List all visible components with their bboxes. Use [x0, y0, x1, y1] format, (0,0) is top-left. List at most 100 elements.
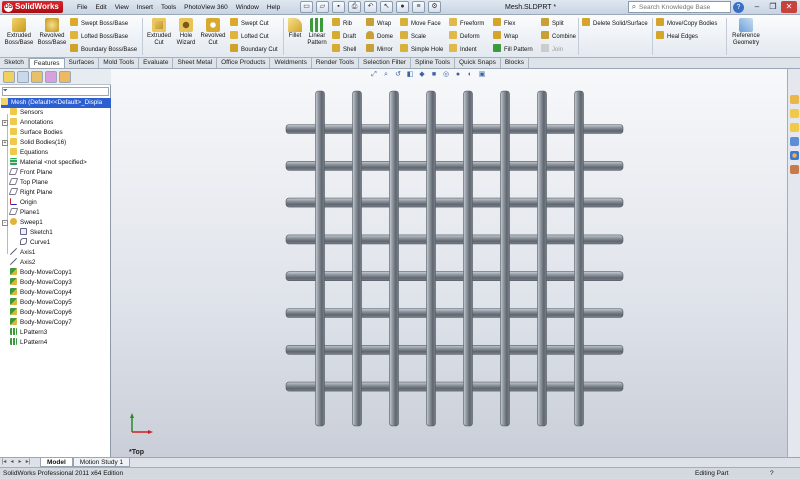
tree-item-sweep1[interactable]: − Sweep1	[2, 218, 43, 228]
tree-item-solid-bodies[interactable]: + Solid Bodies(16)	[2, 138, 66, 148]
first-tab-arrow-icon[interactable]: |◂	[0, 458, 8, 467]
tree-item-surface-bodies[interactable]: Surface Bodies	[10, 128, 63, 138]
tree-item-equations[interactable]: Equations	[10, 148, 48, 158]
last-tab-arrow-icon[interactable]: ▸|	[24, 458, 32, 467]
join-button[interactable]: Join	[541, 44, 563, 54]
menu-insert[interactable]: Insert	[133, 2, 157, 13]
appearances-icon[interactable]	[790, 151, 799, 160]
scale-button[interactable]: Scale	[400, 31, 426, 41]
tree-item-body-move-copy5[interactable]: Body-Move/Copy5	[10, 298, 72, 308]
revolved-boss-button[interactable]: Revolved Boss/Base	[37, 18, 67, 47]
tree-item-sensors[interactable]: Sensors	[10, 108, 43, 118]
revolved-cut-button[interactable]: Revolved Cut	[199, 18, 227, 47]
help-icon[interactable]: ?	[733, 2, 744, 13]
prev-tab-arrow-icon[interactable]: ◂	[8, 458, 16, 467]
feature-tree-filter[interactable]: ⏷	[2, 87, 109, 96]
menu-file[interactable]: File	[73, 2, 91, 13]
search-box[interactable]: ⌕	[628, 1, 731, 13]
tab-mold-tools[interactable]: Mold Tools	[99, 58, 140, 68]
tab-sketch[interactable]: Sketch	[0, 58, 29, 68]
tree-root[interactable]: Mesh (Default<<Default>_Displa	[1, 98, 111, 108]
tab-selection-filter[interactable]: Selection Filter	[359, 58, 412, 68]
dimxpert-manager-tab-icon[interactable]	[45, 71, 57, 83]
tab-sheet-metal[interactable]: Sheet Metal	[173, 58, 218, 68]
tab-motion-study[interactable]: Motion Study 1	[72, 458, 131, 467]
tree-item-lpattern3[interactable]: LPattern3	[10, 328, 47, 338]
flex-button[interactable]: Flex	[493, 18, 515, 28]
help-status-icon[interactable]: ?	[770, 468, 774, 479]
wrap-button[interactable]: Wrap	[366, 18, 391, 28]
print-icon[interactable]: ⎙	[348, 1, 361, 13]
new-document-icon[interactable]: ▭	[300, 1, 313, 13]
graphics-area[interactable]: ⤢ ⌕ ↺ ◧ ◆ ■ ◎ ● ◐ ▣ *Top	[111, 69, 787, 457]
solidworks-logo[interactable]: DS SolidWorks	[2, 1, 63, 13]
collapse-icon[interactable]: −	[2, 220, 8, 226]
hole-wizard-button[interactable]: Hole Wizard	[174, 18, 198, 47]
tree-item-right-plane[interactable]: Right Plane	[8, 188, 53, 198]
tab-render-tools[interactable]: Render Tools	[312, 58, 360, 68]
menu-window[interactable]: Window	[232, 2, 263, 13]
freeform-button[interactable]: Freeform	[449, 18, 484, 28]
configuration-manager-tab-icon[interactable]	[31, 71, 43, 83]
tree-item-material[interactable]: Material <not specified>	[10, 158, 87, 168]
tab-blocks[interactable]: Blocks	[501, 58, 529, 68]
swept-cut-button[interactable]: Swept Cut	[230, 18, 269, 28]
search-input[interactable]	[639, 2, 727, 12]
tree-item-body-move-copy1[interactable]: Body-Move/Copy1	[10, 268, 72, 278]
tree-item-body-move-copy7[interactable]: Body-Move/Copy7	[10, 318, 72, 328]
tab-weldments[interactable]: Weldments	[270, 58, 312, 68]
undo-icon[interactable]: ↶	[364, 1, 377, 13]
menu-tools[interactable]: Tools	[157, 2, 180, 13]
file-properties-icon[interactable]: ≡	[412, 1, 425, 13]
rebuild-icon[interactable]: ●	[396, 1, 409, 13]
menu-edit[interactable]: Edit	[91, 2, 110, 13]
tree-item-front-plane[interactable]: Front Plane	[8, 168, 53, 178]
tab-surfaces[interactable]: Surfaces	[65, 58, 100, 68]
options-icon[interactable]: ⚙	[428, 1, 441, 13]
restore-icon[interactable]: ❐	[765, 1, 781, 13]
expand-icon[interactable]: +	[2, 120, 8, 126]
extruded-boss-button[interactable]: Extruded Boss/Base	[4, 18, 34, 47]
tree-item-body-move-copy6[interactable]: Body-Move/Copy6	[10, 308, 72, 318]
open-folder-icon[interactable]: ▱	[316, 1, 329, 13]
delete-solid-surface-button[interactable]: Delete Solid/Surface	[582, 18, 648, 28]
simple-hole-button[interactable]: Simple Hole	[400, 44, 443, 54]
design-library-icon[interactable]	[790, 109, 799, 118]
fill-pattern-button[interactable]: Fill Pattern	[493, 44, 533, 54]
dome-button[interactable]: Dome	[366, 31, 393, 41]
boundary-boss-button[interactable]: Boundary Boss/Base	[70, 44, 137, 54]
save-icon[interactable]: ▪	[332, 1, 345, 13]
deform-button[interactable]: Deform	[449, 31, 480, 41]
tab-office-products[interactable]: Office Products	[217, 58, 271, 68]
swept-boss-button[interactable]: Swept Boss/Base	[70, 18, 128, 28]
tree-item-lpattern4[interactable]: LPattern4	[10, 338, 47, 348]
combine-button[interactable]: Combine	[541, 31, 576, 41]
lofted-boss-button[interactable]: Lofted Boss/Base	[70, 31, 128, 41]
solidworks-resources-icon[interactable]	[790, 95, 799, 104]
menu-photoview[interactable]: PhotoView 360	[180, 2, 232, 13]
minimize-icon[interactable]: –	[749, 1, 765, 13]
tree-item-annotations[interactable]: + Annotations	[2, 118, 53, 128]
tree-item-curve1[interactable]: Curve1	[20, 238, 50, 248]
feature-manager-tab-icon[interactable]	[3, 71, 15, 83]
linear-pattern-button[interactable]: Linear Pattern	[305, 18, 329, 47]
menu-help[interactable]: Help	[263, 2, 284, 13]
move-face-button[interactable]: Move Face	[400, 18, 441, 28]
tab-evaluate[interactable]: Evaluate	[139, 58, 174, 68]
file-explorer-icon[interactable]	[790, 123, 799, 132]
menu-view[interactable]: View	[111, 2, 133, 13]
reference-geometry-button[interactable]: Reference Geometry	[729, 18, 763, 47]
tree-item-axis2[interactable]: Axis2	[10, 258, 35, 268]
tab-features[interactable]: Features	[28, 58, 65, 68]
lofted-cut-button[interactable]: Lofted Cut	[230, 31, 269, 41]
tree-item-top-plane[interactable]: Top Plane	[8, 178, 48, 188]
expand-icon[interactable]: +	[2, 140, 8, 146]
shell-button[interactable]: Shell	[332, 44, 356, 54]
tree-item-body-move-copy3[interactable]: Body-Move/Copy3	[10, 278, 72, 288]
tab-quick-snaps[interactable]: Quick Snaps	[455, 58, 501, 68]
custom-properties-icon[interactable]	[790, 165, 799, 174]
property-manager-tab-icon[interactable]	[17, 71, 29, 83]
tree-item-body-move-copy4[interactable]: Body-Move/Copy4	[10, 288, 72, 298]
tree-item-plane1[interactable]: Plane1	[8, 208, 40, 218]
split-button[interactable]: Split	[541, 18, 564, 28]
